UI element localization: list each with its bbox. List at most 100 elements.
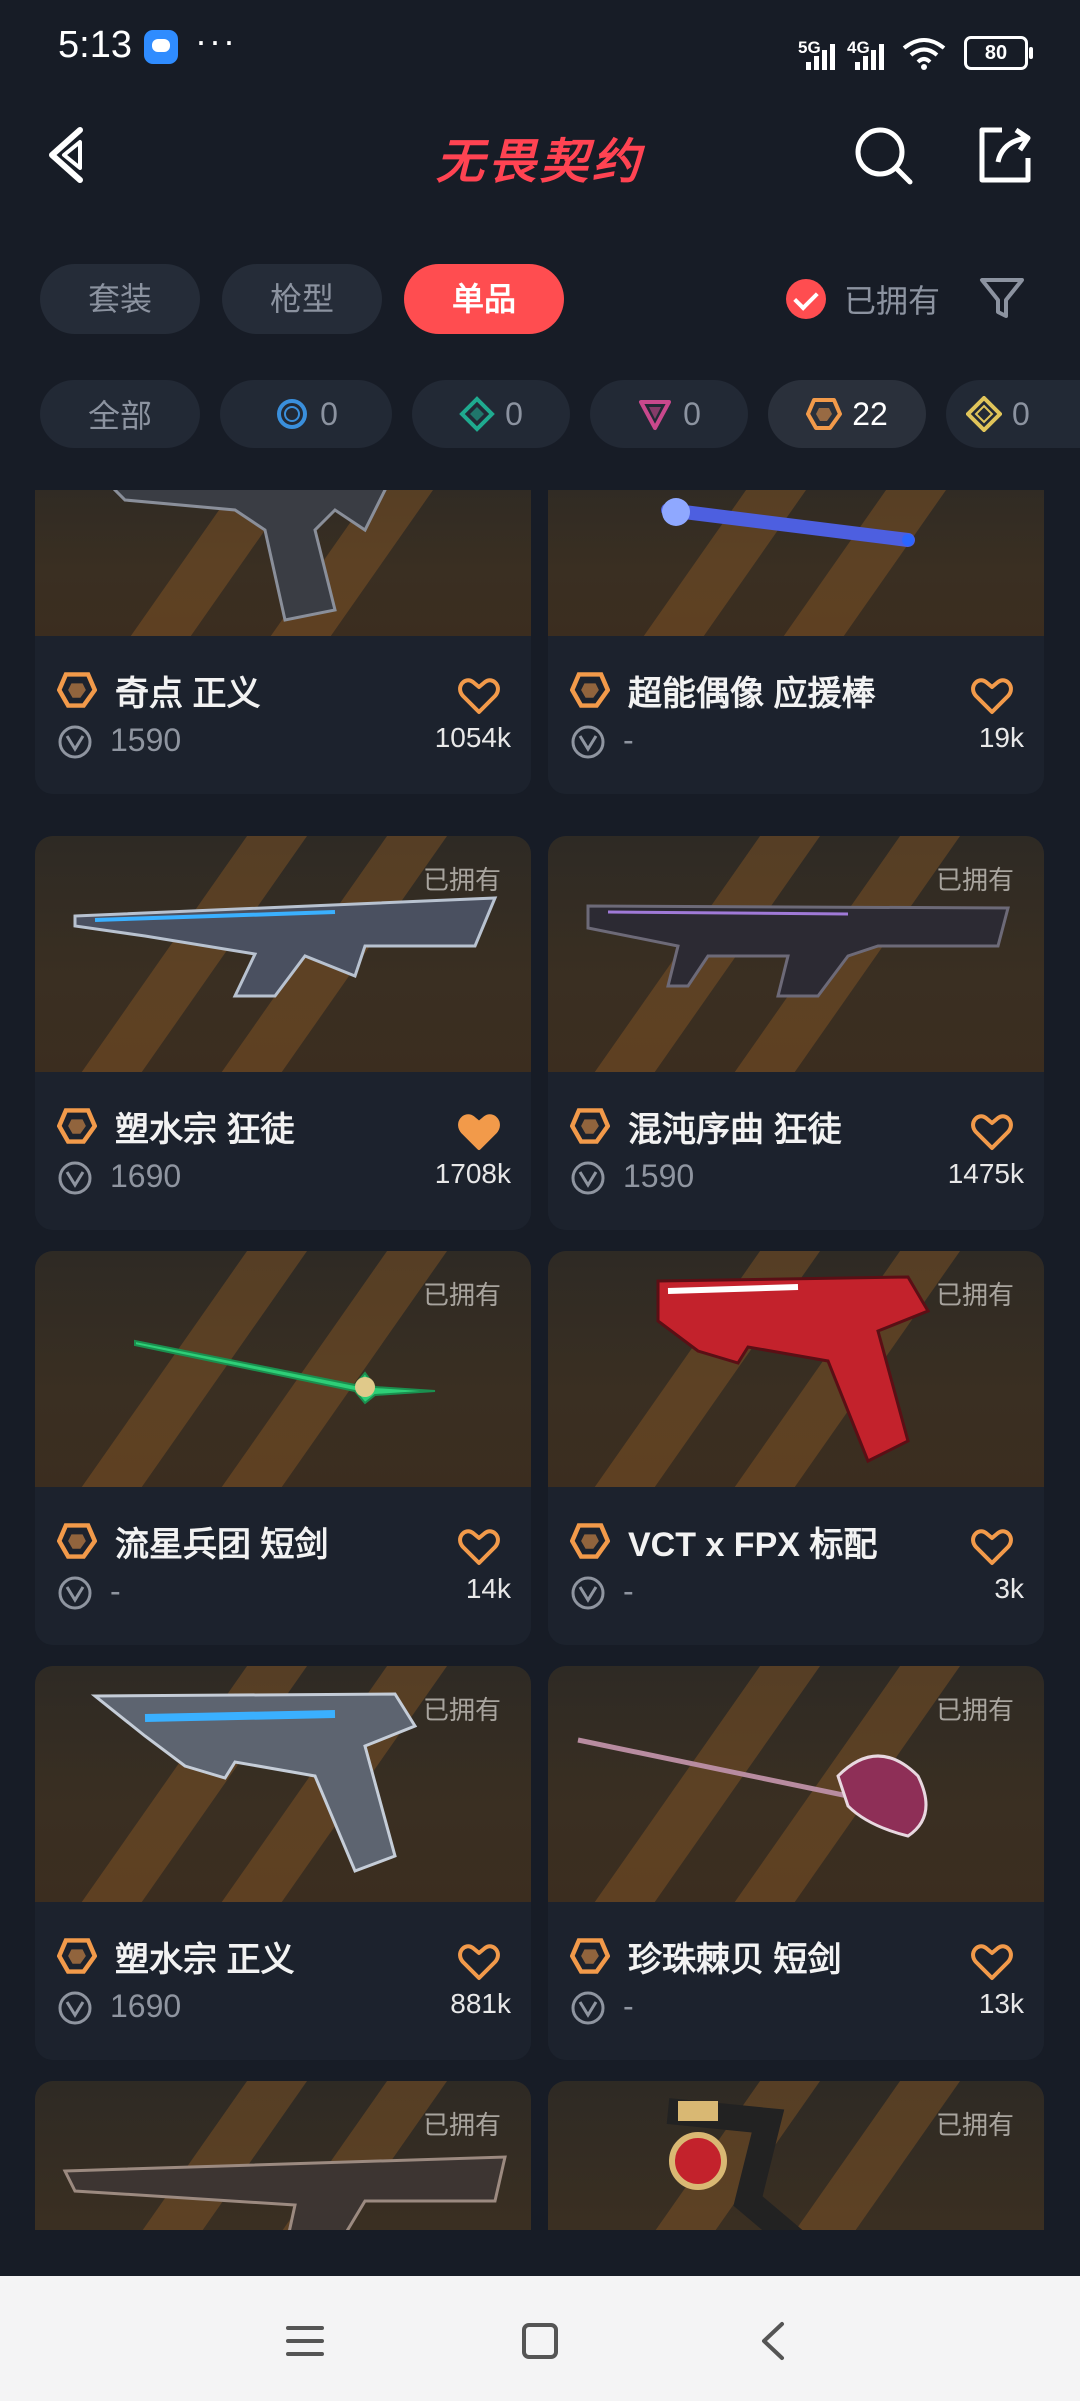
item-likes: 14k [465,1573,511,1604]
status-bar: 5:13 ··· 5G 4G 80 [0,0,1080,100]
app-header: 无畏契约 [0,100,1080,210]
item-card[interactable]: 已拥有 [548,2081,1044,2230]
item-price: 1590 [623,1158,695,1194]
chip-all[interactable]: 全部 [40,380,200,448]
premium-tier-icon [639,400,672,430]
item-name: 混沌序曲 狂徒 [628,1111,842,1149]
item-likes: 881k [450,1988,511,2019]
weapon-image [656,1275,931,1464]
weapon-image [666,2098,803,2230]
chip-select-count: 0 [320,395,338,432]
chip-premium-count: 0 [683,395,701,432]
item-likes: 13k [978,1988,1024,2019]
exclusive-tier-icon [57,1938,97,1974]
exclusive-tier-icon [570,672,610,708]
item-card[interactable]: 已拥有 [35,2081,531,2230]
item-card[interactable]: 已拥有 VCT x FPX 标配 - 3k [548,1251,1044,1645]
item-image: 已拥有 [548,1666,1044,1902]
checked-icon [786,279,826,319]
item-info: 塑水宗 狂徒 1690 1708k [35,1072,531,1230]
chip-deluxe-count: 0 [505,395,523,432]
signal-4g-icon: 4G [847,38,884,70]
item-card[interactable]: 已拥有 塑水宗 狂徒 1690 1708k [35,836,531,1230]
item-likes: 3k [994,1573,1024,1604]
chip-premium-tier[interactable]: 0 [590,380,748,448]
chip-select-tier[interactable]: 0 [220,380,392,448]
item-image: 已拥有 [35,836,531,1072]
exclusive-tier-icon [570,1938,610,1974]
item-info: 塑水宗 正义 1690 881k [35,1902,531,2060]
valorant-points-icon [58,1991,92,2025]
weapon-image [134,1339,436,1405]
item-price: 1690 [110,1988,182,2024]
chip-exclusive-tier[interactable]: 22 [768,380,926,448]
exclusive-tier-icon [57,672,97,708]
item-card[interactable]: 超能偶像 应援棒 - 19k [548,490,1044,794]
heart-outline-icon[interactable] [457,676,501,716]
share-icon[interactable] [972,122,1038,188]
exclusive-tier-icon [570,1108,610,1144]
owned-filter-toggle[interactable]: 已拥有 [786,276,940,322]
heart-outline-icon[interactable] [457,1527,501,1567]
item-info: 混沌序曲 狂徒 1590 1475k [548,1072,1044,1230]
item-card[interactable]: 已拥有 珍珠棘贝 短剑 - 13k [548,1666,1044,2060]
home-icon[interactable] [515,2316,565,2366]
exclusive-tier-icon [57,1523,97,1559]
tab-weapon-types[interactable]: 枪型 [222,264,383,334]
valorant-points-icon [571,1161,605,1195]
weapon-image [112,490,387,622]
item-card[interactable]: 已拥有 流星兵团 短剑 - 14k [35,1251,531,1645]
category-tabs: 套装 枪型 单品 [40,264,565,334]
ultra-tier-icon [966,396,1002,432]
item-name: 塑水宗 狂徒 [115,1111,295,1149]
item-price: - [623,722,634,758]
heart-outline-icon[interactable] [970,1527,1014,1567]
item-card[interactable]: 已拥有 混沌序曲 狂徒 1590 1475k [548,836,1044,1230]
back-icon[interactable] [750,2316,800,2366]
more-notifications-icon: ··· [195,20,237,61]
chip-ultra-tier[interactable]: 0 [946,380,1080,448]
wifi-icon [902,38,946,70]
search-icon[interactable] [850,122,916,188]
valorant-points-icon [571,1576,605,1610]
heart-outline-icon[interactable] [970,676,1014,716]
item-name: 奇点 正义 [115,675,261,713]
menu-icon[interactable] [280,2316,330,2366]
item-info: 流星兵团 短剑 - 14k [35,1487,531,1645]
item-grid: 奇点 正义 1590 1054k 超能偶像 应援棒 - 19k 已拥有 塑水宗 … [0,490,1080,2230]
valorant-points-icon [58,725,92,759]
item-info: VCT x FPX 标配 - 3k [548,1487,1044,1645]
item-likes: 1475k [947,1158,1024,1189]
deluxe-tier-icon [459,396,495,432]
valorant-points-icon [571,725,605,759]
tab-bundles[interactable]: 套装 [40,264,201,334]
item-name: 珍珠棘贝 短剑 [628,1941,842,1979]
item-info: 奇点 正义 1590 1054k [35,636,531,794]
valorant-points-icon [571,1991,605,2025]
item-price: 1590 [110,722,182,758]
item-image: 已拥有 [35,1666,531,1902]
message-notification-icon [144,30,178,64]
item-info: 超能偶像 应援棒 - 19k [548,636,1044,794]
heart-outline-icon[interactable] [970,1942,1014,1982]
filter-funnel-icon[interactable] [976,272,1028,324]
item-card[interactable]: 已拥有 塑水宗 正义 1690 881k [35,1666,531,2060]
weapon-image [90,1692,418,1873]
item-card[interactable]: 奇点 正义 1590 1054k [35,490,531,794]
item-name: 塑水宗 正义 [115,1941,295,1979]
chip-exclusive-count: 22 [852,395,888,432]
signal-5g-icon: 5G [798,38,835,70]
item-image: 已拥有 [35,1251,531,1487]
heart-outline-icon[interactable] [970,1112,1014,1152]
heart-outline-icon[interactable] [457,1942,501,1982]
item-image: 已拥有 [548,836,1044,1072]
weapon-image [586,904,1010,998]
weapon-image [73,896,498,998]
tab-single-items[interactable]: 单品 [404,264,565,334]
page-title: 无畏契约 [435,136,644,189]
item-price: - [110,1573,121,1609]
system-nav-bar [0,2276,1080,2401]
chip-all-label: 全部 [87,398,152,434]
chip-deluxe-tier[interactable]: 0 [412,380,570,448]
heart-filled-icon[interactable] [457,1112,501,1152]
